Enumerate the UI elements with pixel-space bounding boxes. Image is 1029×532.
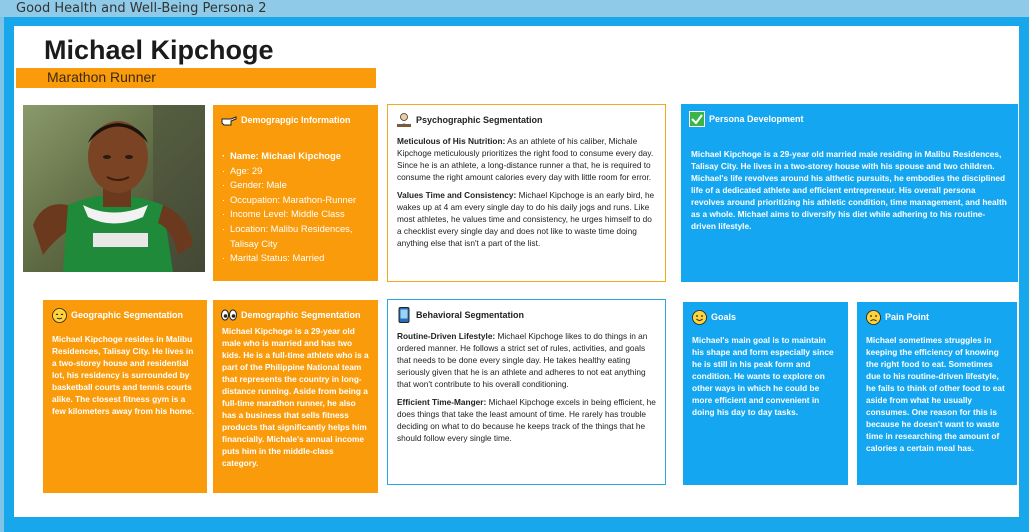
goals-header: Goals: [691, 309, 736, 325]
slide-canvas: Michael Kipchoge Marathon Runner Demogra…: [4, 17, 1029, 532]
list-item: Age: 29: [222, 164, 370, 179]
person-at-desk-icon: [396, 112, 412, 128]
geographic-title: Geographic Segmentation: [71, 310, 184, 320]
demographic-segmentation-card: Demographic Segmentation Michael Kipchog…: [213, 300, 378, 493]
pointing-hand-icon: [221, 112, 237, 128]
list-item: Marital Status: Married: [222, 251, 370, 266]
demographic-info-title: Demograpgic Information: [241, 115, 351, 125]
geographic-header: Geographic Segmentation: [51, 307, 183, 323]
demographic-segmentation-text: Michael Kipchoge is a 29-year old male w…: [222, 326, 369, 468]
psychographic-body: Meticulous of His Nutrition: As an athle…: [397, 135, 657, 255]
pain-point-title: Pain Point: [885, 312, 930, 322]
geographic-text: Michael Kipchoge resides in Malibu Resid…: [52, 334, 195, 416]
list-item: Name: Michael Kipchoge: [222, 149, 370, 164]
persona-development-card: Persona Development Michael Kipchoge is …: [681, 104, 1018, 282]
demographic-info-list: Name: Michael Kipchoge Age: 29 Gender: M…: [222, 149, 370, 266]
behavioral-card: Behavioral Segmentation Routine-Driven L…: [387, 299, 666, 485]
persona-development-text: Michael Kipchoge is a 29-year old marrie…: [691, 149, 1007, 231]
mobile-phone-icon: [396, 307, 412, 323]
geographic-card: Geographic Segmentation Michael Kipchoge…: [43, 300, 207, 493]
goals-title: Goals: [711, 312, 737, 322]
psychographic-title: Psychographic Segmentation: [416, 115, 543, 125]
behavioral-header: Behavioral Segmentation: [396, 307, 524, 323]
psychographic-card: Psychographic Segmentation Meticulous of…: [387, 104, 666, 282]
smiling-face-icon: [691, 309, 707, 325]
persona-page: Michael Kipchoge Marathon Runner Demogra…: [14, 26, 1019, 517]
demographic-segmentation-header: Demographic Segmentation: [221, 307, 361, 323]
list-item: Income Level: Middle Class: [222, 207, 370, 222]
persona-development-title: Persona Development: [709, 114, 804, 124]
relieved-face-icon: [51, 307, 67, 323]
geographic-card-inner: Geographic Segmentation Michael Kipchoge…: [43, 300, 207, 493]
behavioral-body: Routine-Driven Lifestyle: Michael Kipcho…: [397, 330, 657, 450]
pain-point-header: Pain Point: [865, 309, 929, 325]
window-tab-title[interactable]: Good Health and Well-Being Persona 2: [16, 1, 267, 16]
demographic-info-header: Demograpgic Information: [221, 112, 351, 128]
runner-photo: [23, 105, 205, 272]
demographic-segmentation-title: Demographic Segmentation: [241, 310, 361, 320]
worried-face-icon: [865, 309, 881, 325]
persona-role: Marathon Runner: [47, 69, 156, 85]
behavioral-p1-lead: Routine-Driven Lifestyle:: [397, 331, 496, 341]
persona-name: Michael Kipchoge: [44, 35, 274, 65]
pain-point-card: Pain Point Michael sometimes struggles i…: [857, 302, 1017, 485]
goals-card: Goals Michael's main goal is to maintain…: [683, 302, 848, 485]
pain-point-text: Michael sometimes struggles in keeping t…: [866, 335, 1005, 453]
check-box-icon: [689, 111, 705, 127]
behavioral-title: Behavioral Segmentation: [416, 310, 525, 320]
demographic-info-card: Demograpgic Information Name: Michael Ki…: [213, 105, 378, 281]
psychographic-header: Psychographic Segmentation: [396, 112, 543, 128]
psychographic-p1-lead: Meticulous of His Nutrition:: [397, 136, 506, 146]
behavioral-p2-lead: Efficient Time-Manger:: [397, 397, 487, 407]
list-item: Gender: Male: [222, 178, 370, 193]
psychographic-p2-lead: Values Time and Consistency:: [397, 190, 517, 200]
list-item: Location: Malibu Residences, Talisay Cit…: [222, 222, 370, 251]
role-banner: Marathon Runner: [16, 68, 376, 88]
goals-text: Michael's main goal is to maintain his s…: [692, 335, 834, 417]
persona-development-header: Persona Development: [689, 111, 804, 127]
window-tab-bar: Good Health and Well-Being Persona 2: [0, 0, 1029, 17]
list-item: Occupation: Marathon-Runner: [222, 193, 370, 208]
eyes-icon: [221, 307, 237, 323]
